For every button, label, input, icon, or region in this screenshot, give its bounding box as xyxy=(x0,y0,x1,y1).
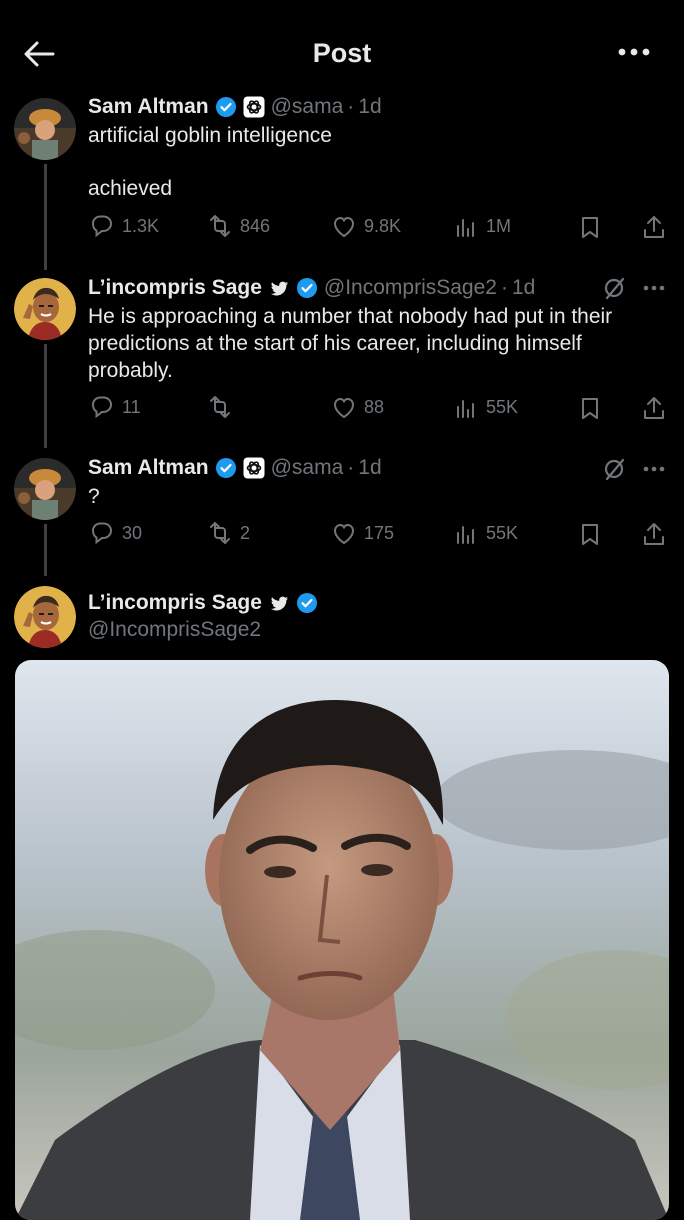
reply-count: 30 xyxy=(122,522,143,543)
separator-dot: · xyxy=(500,276,508,299)
view-count: 55K xyxy=(486,522,519,543)
like-icon xyxy=(334,524,354,544)
retweet-icon xyxy=(210,522,230,544)
avatar[interactable] xyxy=(14,278,76,340)
grok-icon[interactable] xyxy=(603,457,627,481)
reply-icon xyxy=(92,522,112,544)
avatar[interactable] xyxy=(14,586,76,648)
thread-line xyxy=(44,344,47,448)
timestamp: 1d xyxy=(358,456,382,479)
share-icon[interactable] xyxy=(640,213,668,241)
share-icon[interactable] xyxy=(640,520,668,548)
verified-icon xyxy=(295,277,318,299)
separator-dot: · xyxy=(347,95,355,118)
like-count: 9.8K xyxy=(364,215,402,236)
like-button[interactable]: 88 xyxy=(330,393,384,421)
more-icon[interactable] xyxy=(640,457,668,481)
reply-button[interactable]: 11 xyxy=(88,393,141,421)
reply-icon xyxy=(92,215,112,237)
retweet-icon xyxy=(210,215,230,237)
tweet-header: L’incompris Sage @IncomprisSage2 · 1d xyxy=(88,273,535,303)
openai-icon[interactable] xyxy=(242,457,265,479)
views-button[interactable]: 1M xyxy=(452,212,511,240)
more-icon[interactable] xyxy=(640,276,668,300)
tweet-header: L’incompris Sage xyxy=(88,588,318,618)
verified-icon xyxy=(214,96,237,118)
bookmark-icon[interactable] xyxy=(576,213,604,241)
tweet-media-image[interactable] xyxy=(15,660,669,1220)
grok-icon[interactable] xyxy=(603,276,627,300)
thread-line xyxy=(44,164,47,270)
separator-dot: · xyxy=(347,456,355,479)
author-name[interactable]: L’incompris Sage xyxy=(88,591,262,615)
thread-line xyxy=(44,524,47,576)
like-icon xyxy=(334,398,354,418)
bird-icon xyxy=(270,596,288,611)
tweet-text: He is approaching a number that nobody h… xyxy=(88,305,613,328)
views-icon xyxy=(457,526,474,544)
reply-count: 1.3K xyxy=(122,215,160,236)
like-icon xyxy=(334,217,354,237)
retweet-button[interactable]: 846 xyxy=(206,212,270,240)
bookmark-icon[interactable] xyxy=(576,520,604,548)
retweet-count: 2 xyxy=(240,522,251,543)
avatar[interactable] xyxy=(14,98,76,160)
like-count: 175 xyxy=(364,522,395,543)
openai-icon[interactable] xyxy=(242,96,265,118)
like-button[interactable]: 9.8K xyxy=(330,212,401,240)
author-handle[interactable]: @sama xyxy=(271,456,344,480)
views-icon xyxy=(457,219,474,237)
tweet-text: ? xyxy=(88,485,100,508)
verified-icon xyxy=(295,592,318,614)
tweet-text: artificial goblin intelligence xyxy=(88,124,332,147)
retweet-button[interactable] xyxy=(206,393,234,421)
views-icon xyxy=(457,400,474,418)
view-count: 55K xyxy=(486,396,519,417)
timestamp: 1d xyxy=(358,95,382,118)
view-count: 1M xyxy=(486,215,512,236)
verified-icon xyxy=(214,457,237,479)
like-count: 88 xyxy=(364,396,385,417)
views-button[interactable]: 55K xyxy=(452,519,518,547)
reply-button[interactable]: 30 xyxy=(88,519,142,547)
bird-icon xyxy=(270,281,288,296)
reply-icon xyxy=(92,396,112,418)
more-icon[interactable] xyxy=(614,40,654,64)
author-name[interactable]: Sam Altman xyxy=(88,456,209,480)
author-handle[interactable]: @sama xyxy=(271,95,344,119)
retweet-button[interactable]: 2 xyxy=(206,519,250,547)
top-bar: Post xyxy=(0,0,684,96)
author-handle[interactable]: @IncomprisSage2 xyxy=(88,616,648,643)
author-name[interactable]: L’incompris Sage xyxy=(88,276,262,300)
author-name[interactable]: Sam Altman xyxy=(88,95,209,119)
tweet-text: achieved xyxy=(88,177,173,200)
reply-button[interactable]: 1.3K xyxy=(88,212,159,240)
like-button[interactable]: 175 xyxy=(330,519,394,547)
retweet-icon xyxy=(210,396,230,418)
tweet-text: probably. xyxy=(88,359,173,382)
avatar[interactable] xyxy=(14,458,76,520)
reply-count: 11 xyxy=(122,396,141,417)
share-icon[interactable] xyxy=(640,394,668,422)
tweet-header: Sam Altman @sama · 1d xyxy=(88,92,382,122)
tweet-header: Sam Altman @sama · 1d xyxy=(88,453,382,483)
retweet-count: 846 xyxy=(240,215,271,236)
tweet-text: predictions at the start of his career, … xyxy=(88,332,582,355)
page-title: Post xyxy=(312,38,372,68)
timestamp: 1d xyxy=(511,276,536,299)
author-handle[interactable]: @IncomprisSage2 xyxy=(324,276,497,300)
views-button[interactable]: 55K xyxy=(452,393,518,421)
bookmark-icon[interactable] xyxy=(576,394,604,422)
